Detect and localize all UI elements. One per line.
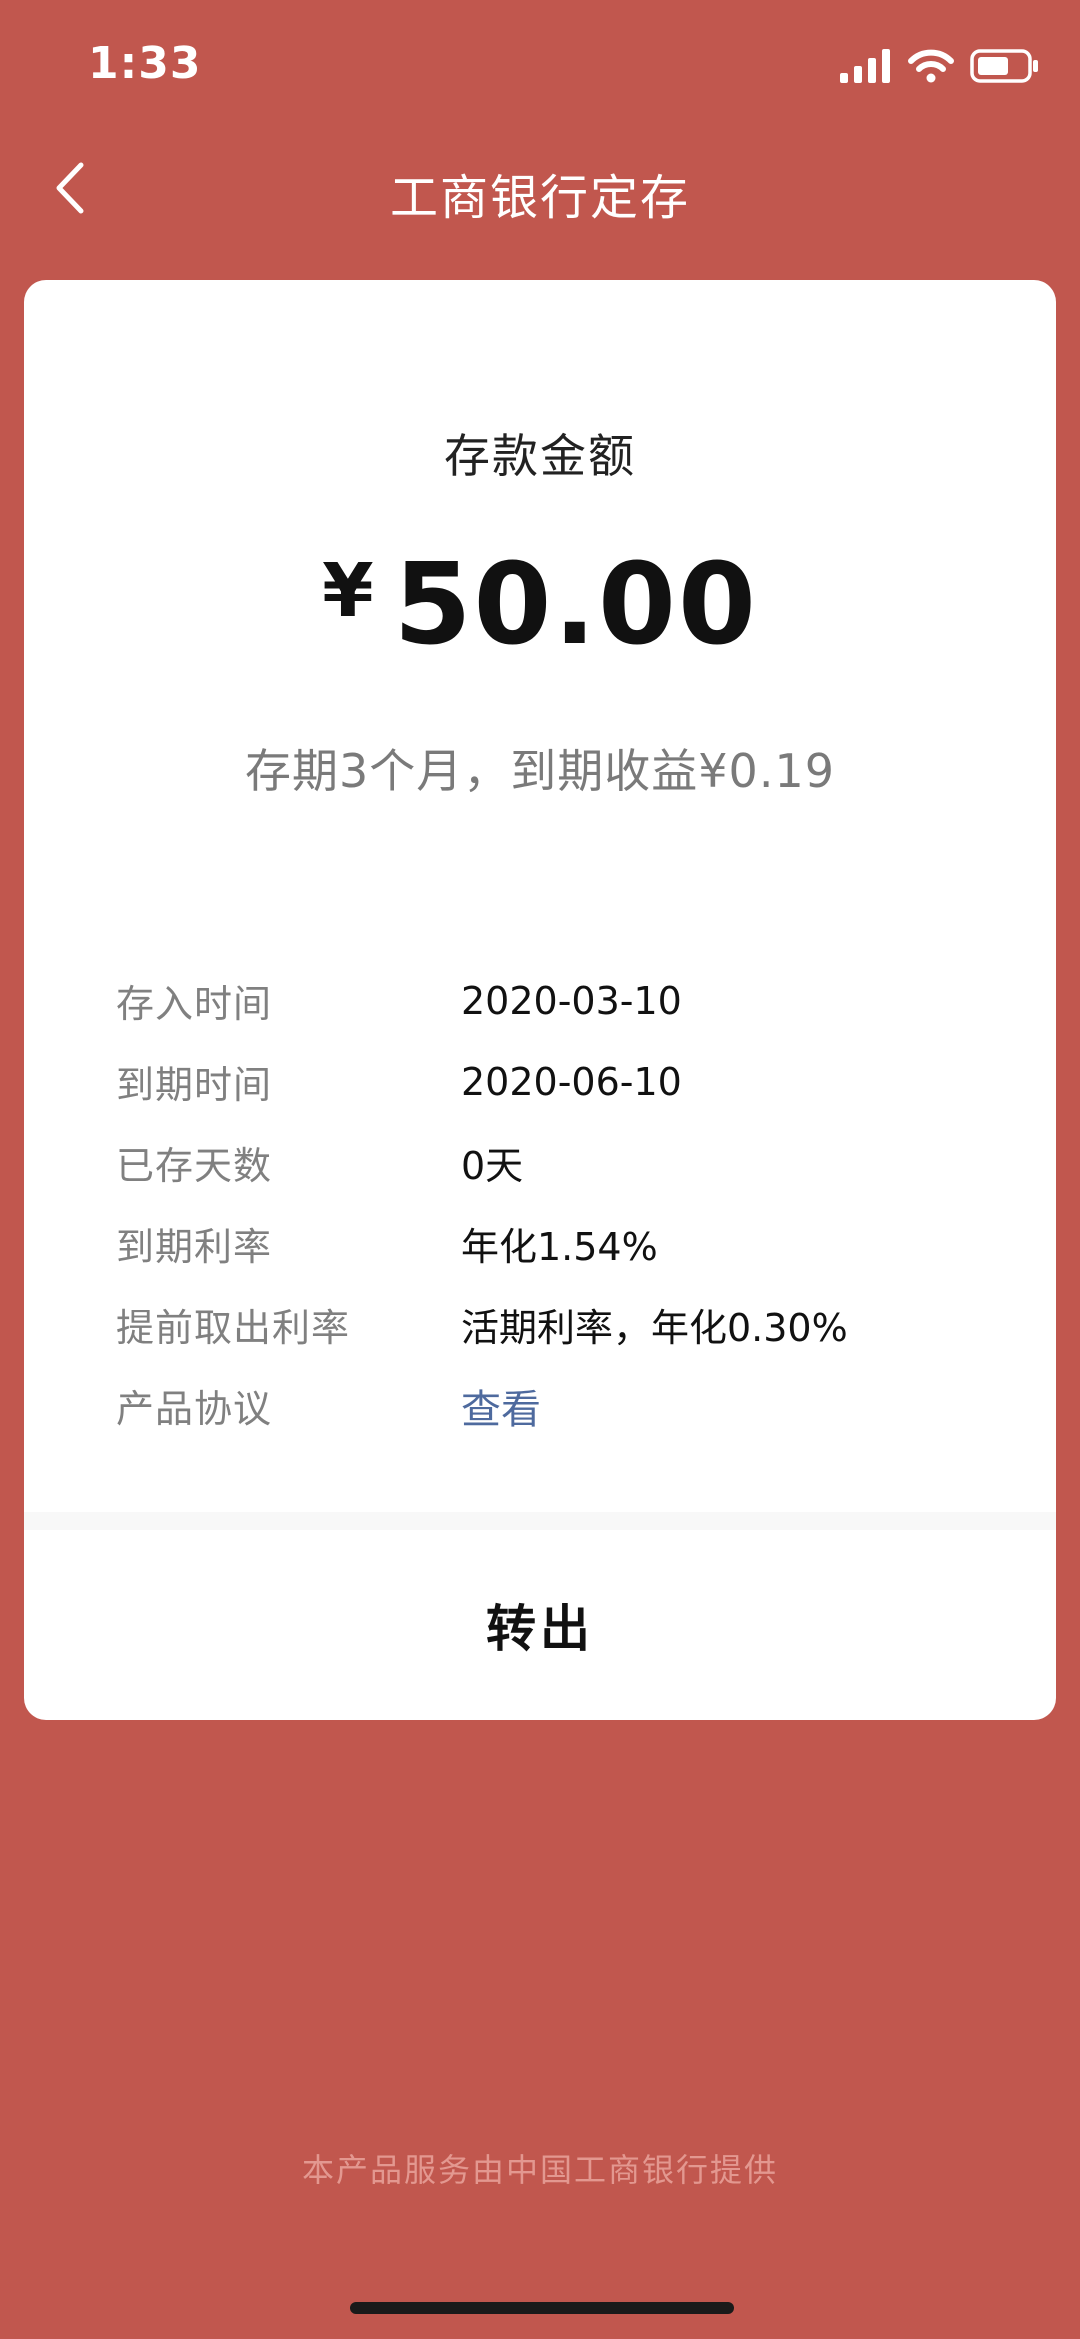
deposit-card: 存款金额 ¥50.00 存期3个月，到期收益¥0.19 存入时间 2020-03…: [24, 280, 1056, 1720]
detail-value: 活期利率，年化0.30%: [461, 1306, 848, 1350]
status-time: 1:33: [88, 38, 202, 89]
detail-row-product-agreement: 产品协议 查看: [116, 1365, 1016, 1446]
detail-value: 2020-03-10: [461, 978, 682, 1023]
wifi-icon: [908, 49, 954, 87]
view-agreement-link[interactable]: 查看: [461, 1377, 541, 1435]
detail-row-maturity-rate: 到期利率 年化1.54%: [116, 1203, 1016, 1284]
detail-label: 已存天数: [116, 1144, 273, 1188]
detail-row-days-held: 已存天数 0天: [116, 1122, 1016, 1203]
term-summary: 存期3个月，到期收益¥0.19: [245, 744, 835, 798]
detail-value: 年化1.54%: [461, 1225, 658, 1269]
currency-symbol: ¥: [322, 548, 374, 634]
divider: [24, 1512, 1056, 1530]
detail-row-maturity-date: 到期时间 2020-06-10: [116, 1041, 1016, 1122]
amount-value: 50.00: [393, 540, 758, 670]
transfer-out-button[interactable]: 转出: [24, 1530, 1056, 1720]
cellular-signal-icon: [840, 49, 892, 87]
page-title: 工商银行定存: [389, 170, 690, 226]
amount-label: 存款金额: [444, 429, 636, 483]
detail-label: 存入时间: [116, 982, 273, 1026]
battery-icon: [970, 48, 1040, 88]
detail-label: 产品协议: [116, 1387, 273, 1431]
nav-bar: 工商银行定存: [0, 130, 1080, 250]
home-indicator: [350, 2302, 734, 2314]
detail-row-early-withdrawal-rate: 提前取出利率 活期利率，年化0.30%: [116, 1284, 1016, 1365]
detail-value: 2020-06-10: [461, 1059, 682, 1104]
amount-display: ¥50.00: [24, 540, 1056, 670]
status-bar: 1:33: [0, 0, 1080, 130]
detail-label: 到期时间: [116, 1063, 273, 1107]
detail-row-deposit-date: 存入时间 2020-03-10: [116, 960, 1016, 1041]
detail-value: 0天: [461, 1144, 524, 1188]
status-icons: [840, 48, 1040, 88]
detail-label: 到期利率: [116, 1225, 273, 1269]
detail-label: 提前取出利率: [116, 1306, 351, 1350]
details-list: 存入时间 2020-03-10 到期时间 2020-06-10 已存天数 0天 …: [116, 960, 1016, 1446]
footer-provider-text: 本产品服务由中国工商银行提供: [301, 2151, 778, 2189]
